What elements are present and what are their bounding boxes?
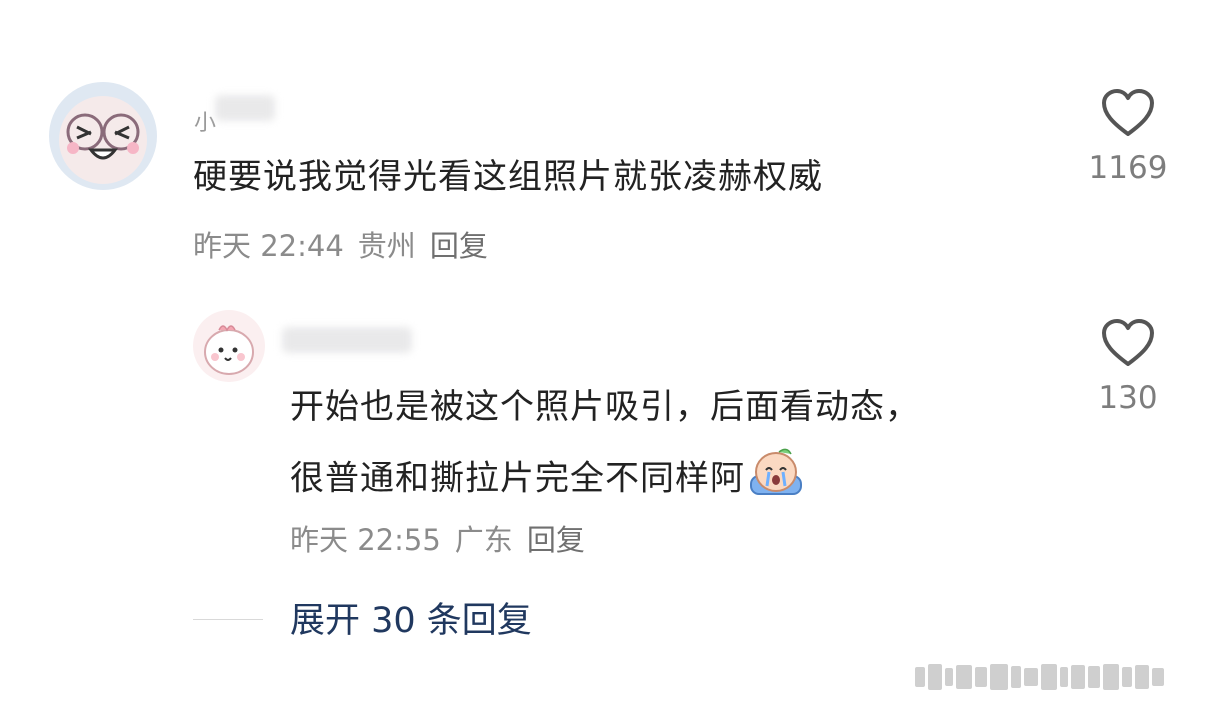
user-avatar[interactable] — [49, 82, 157, 190]
comment-location: 贵州 — [357, 229, 416, 263]
comment-meta: 昨天 22:44 贵州 回复 — [193, 228, 488, 264]
divider — [193, 619, 263, 620]
comment-content: 硬要说我觉得光看这组照片就张凌赫权威 — [193, 157, 823, 197]
username-redacted — [282, 327, 412, 353]
username-redacted — [215, 95, 275, 121]
like-count: 1169 — [1088, 150, 1168, 186]
like-control: 1169 — [1078, 88, 1178, 186]
crying-emoji-icon — [747, 446, 805, 514]
watermark — [915, 660, 1200, 694]
reply-button[interactable]: 回复 — [527, 522, 585, 558]
username-initial[interactable]: 小 — [194, 105, 216, 137]
reply-content-line: 很普通和撕拉片完全不同样阿 — [290, 446, 805, 514]
heart-icon[interactable] — [1101, 88, 1155, 138]
reply-content-text: 很普通和撕拉片完全不同样阿 — [290, 458, 745, 499]
user-avatar[interactable] — [193, 310, 265, 382]
like-count: 130 — [1098, 380, 1158, 416]
reply-time: 昨天 22:55 — [290, 523, 441, 557]
reply-meta: 昨天 22:55 广东 回复 — [290, 522, 585, 558]
reply-content-line: 开始也是被这个照片吸引，后面看动态， — [290, 387, 920, 427]
pink-dino-avatar-icon — [193, 310, 265, 382]
reply-location: 广东 — [454, 523, 513, 557]
like-control: 130 — [1078, 318, 1178, 416]
cute-face-with-glasses-avatar-icon — [49, 82, 157, 190]
reply-button[interactable]: 回复 — [430, 228, 488, 264]
comment-time: 昨天 22:44 — [193, 229, 344, 263]
heart-icon[interactable] — [1101, 318, 1155, 368]
expand-replies-link[interactable]: 展开 30 条回复 — [290, 600, 532, 642]
